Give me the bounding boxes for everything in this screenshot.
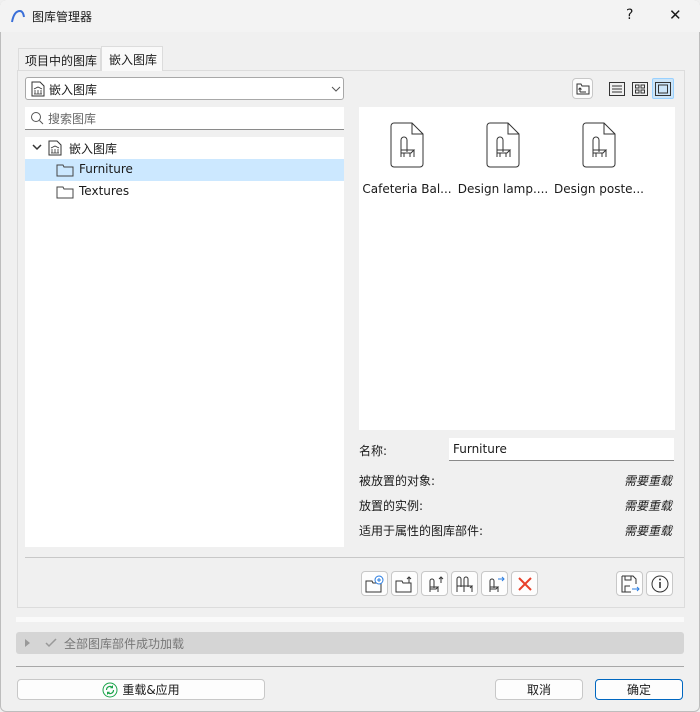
chair-object-icon	[486, 122, 520, 168]
object-import-icon	[429, 575, 443, 592]
tree-item-textures[interactable]: Textures	[25, 181, 344, 203]
embedded-library-icon	[31, 81, 45, 97]
embedded-library-icon	[48, 140, 62, 156]
folder-import-icon	[395, 575, 411, 592]
duplicate-objects-button[interactable]	[451, 571, 478, 596]
tree-item-label: Furniture	[79, 162, 133, 176]
object-move-icon	[489, 576, 505, 592]
close-button[interactable]: ✕	[669, 6, 682, 24]
large-view-button[interactable]	[652, 78, 674, 99]
property-parts-value: 需要重载	[623, 524, 672, 538]
placed-objects-label: 被放置的对象:	[359, 474, 436, 488]
tab-project-libraries[interactable]: 项目中的图库	[18, 48, 101, 70]
preview-item[interactable]: Design poste...	[551, 122, 647, 202]
expand-triangle-icon[interactable]	[25, 639, 30, 647]
search-input[interactable]: 搜索图库	[25, 107, 344, 130]
tab-label: 项目中的图库	[25, 54, 98, 68]
move-object-button[interactable]	[481, 571, 508, 596]
help-button[interactable]: ?	[626, 7, 633, 23]
delete-button[interactable]	[511, 571, 538, 596]
import-object-button[interactable]	[421, 571, 448, 596]
folder-icon	[56, 186, 74, 199]
tab-embedded-library[interactable]: 嵌入图库	[101, 46, 163, 71]
chevron-down-icon[interactable]	[32, 144, 42, 151]
ok-label: 确定	[626, 683, 651, 697]
preview-item-label: Design poste...	[554, 182, 644, 196]
reload-apply-label: 重载&应用	[122, 683, 180, 697]
large-view-icon	[655, 81, 671, 96]
info-icon	[651, 575, 668, 592]
property-parts-label: 适用于属性的图库部件:	[359, 524, 484, 538]
ok-button[interactable]: 确定	[595, 679, 683, 700]
tab-label: 嵌入图库	[109, 53, 158, 67]
progress-strip	[16, 617, 684, 622]
divider	[16, 666, 684, 667]
new-folder-button[interactable]	[361, 571, 388, 596]
name-label: 名称:	[359, 444, 388, 458]
cancel-label: 取消	[526, 683, 551, 697]
tree-root-item[interactable]: 嵌入图库	[25, 137, 344, 159]
grid-view-icon	[632, 81, 648, 96]
parent-folder-button[interactable]	[572, 78, 593, 99]
list-view-button[interactable]	[607, 79, 627, 98]
info-button[interactable]	[646, 571, 673, 596]
dropdown-value: 嵌入图库	[49, 83, 98, 97]
reload-icon	[102, 682, 118, 697]
search-icon	[31, 112, 44, 125]
list-view-icon	[609, 81, 625, 96]
chair-object-icon	[390, 122, 424, 168]
chair-object-icon	[582, 122, 616, 168]
save-export-icon	[621, 575, 640, 592]
placed-objects-value: 需要重载	[623, 474, 672, 488]
window-title: 图库管理器	[32, 10, 93, 24]
library-dropdown[interactable]: 嵌入图库	[25, 77, 344, 100]
preview-item[interactable]: Cafeteria Bal...	[359, 122, 455, 202]
app-logo-icon	[11, 9, 25, 23]
status-bar[interactable]: 全部图库部件成功加载	[16, 632, 684, 654]
folder-add-icon	[365, 575, 383, 592]
folder-icon	[56, 164, 74, 177]
chevron-down-icon	[331, 86, 341, 92]
reload-apply-button[interactable]: 重载&应用	[17, 679, 265, 700]
divider	[25, 557, 684, 558]
check-icon	[45, 638, 57, 648]
title-bar: 图库管理器 ? ✕	[0, 0, 700, 32]
preview-item[interactable]: Design lamp....	[455, 122, 551, 202]
library-tree: 嵌入图库 Furniture Textures	[25, 137, 344, 547]
preview-area: Cafeteria Bal... Design lamp.... Design …	[359, 107, 675, 430]
search-placeholder: 搜索图库	[48, 112, 97, 126]
save-export-button[interactable]	[616, 571, 643, 596]
name-input[interactable]: Furniture	[449, 438, 674, 461]
grid-view-button[interactable]	[630, 79, 650, 98]
objects-icon	[456, 576, 473, 592]
tree-item-label: Textures	[79, 184, 130, 198]
placed-instances-label: 放置的实例:	[359, 499, 424, 513]
preview-item-label: Cafeteria Bal...	[362, 182, 452, 196]
cancel-button[interactable]: 取消	[495, 679, 583, 700]
status-text: 全部图库部件成功加载	[64, 637, 185, 651]
name-value: Furniture	[453, 442, 507, 456]
tree-item-furniture[interactable]: Furniture	[25, 159, 344, 181]
placed-instances-value: 需要重载	[623, 499, 672, 513]
import-folder-button[interactable]	[391, 571, 418, 596]
delete-x-icon	[517, 576, 532, 591]
preview-item-label: Design lamp....	[457, 182, 549, 196]
folder-up-icon	[576, 83, 589, 94]
tree-item-label: 嵌入图库	[69, 142, 118, 156]
